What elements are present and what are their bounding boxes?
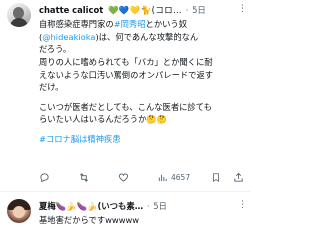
tweet-line: だろう。 xyxy=(39,44,72,55)
avatar[interactable] xyxy=(7,3,31,27)
tweet-line: 周りの人に嗜められても「バカ」とか聞くに耐 xyxy=(39,57,213,68)
text-segment: 自称感染症専門家の xyxy=(39,19,114,29)
tweet-line: 自称感染症専門家の#岡秀昭とかいう奴 xyxy=(39,18,248,31)
views-icon xyxy=(158,174,167,181)
post-time[interactable]: 5日 xyxy=(153,201,167,211)
tweet-line: (@hideakioka)は、何であんな攻撃的なん xyxy=(39,31,248,44)
reply-icon xyxy=(40,172,49,182)
hashtag-link[interactable]: #コロナ脳は精神疾患 xyxy=(39,133,248,146)
share-button[interactable] xyxy=(233,171,244,183)
views-button[interactable]: 4657 xyxy=(157,171,190,183)
tweet-line: らいたい人はいるんだろうか🤔🤔 xyxy=(39,114,168,125)
more-icon[interactable]: ⋮ xyxy=(238,200,247,210)
divider xyxy=(0,191,250,192)
views-count: 4657 xyxy=(171,172,191,182)
avatar-face xyxy=(13,206,25,218)
tweet-line: えないような口汚い罵倒のオンパレードで返す xyxy=(39,69,214,80)
like-icon xyxy=(118,173,129,182)
post-time[interactable]: 5日 xyxy=(192,5,206,15)
author-name-emojis: 💚💙💛🐈(コロ… xyxy=(107,5,183,15)
tweet-header: chatte calicot 💚💙💛🐈(コロ… · 5日 xyxy=(39,4,206,18)
author-name[interactable]: chatte calicot xyxy=(39,5,103,15)
tweet-header: 夏梅🍆🍌🍆🍌(いつも素… · 5日 xyxy=(39,200,167,214)
separator-dot: · xyxy=(185,5,189,15)
bookmark-button[interactable] xyxy=(211,171,221,183)
tweet-text: 自称感染症専門家の#岡秀昭とかいう奴 (@hideakioka)は、何であんな攻… xyxy=(39,18,248,145)
avatar-body xyxy=(10,18,28,27)
retweet-button[interactable] xyxy=(78,171,90,183)
reply-button[interactable] xyxy=(39,171,50,183)
tweet-line: だけ。 xyxy=(39,82,64,93)
retweet-icon xyxy=(80,172,88,182)
author-name[interactable]: 夏梅🍆🍌🍆🍌(いつも素… xyxy=(39,201,143,211)
mention-link[interactable]: @hideakioka xyxy=(42,32,95,42)
more-icon[interactable]: ⋮ xyxy=(238,4,247,14)
separator-dot: · xyxy=(146,201,150,211)
tweet-text: 基地害だからですwwwww xyxy=(39,215,140,225)
text-segment: )は、何であんな攻撃的なん xyxy=(95,31,199,42)
text-segment: とかいう奴 xyxy=(145,19,188,29)
hashtag-link[interactable]: #岡秀昭 xyxy=(114,19,146,29)
avatar[interactable] xyxy=(7,199,31,223)
tweet-line: こいつが医者だとしても、こんな医者に診ても xyxy=(39,101,212,112)
share-icon xyxy=(234,172,243,182)
like-button[interactable] xyxy=(118,171,129,183)
bookmark-icon xyxy=(213,172,219,182)
action-bar: 4657 xyxy=(39,171,245,183)
